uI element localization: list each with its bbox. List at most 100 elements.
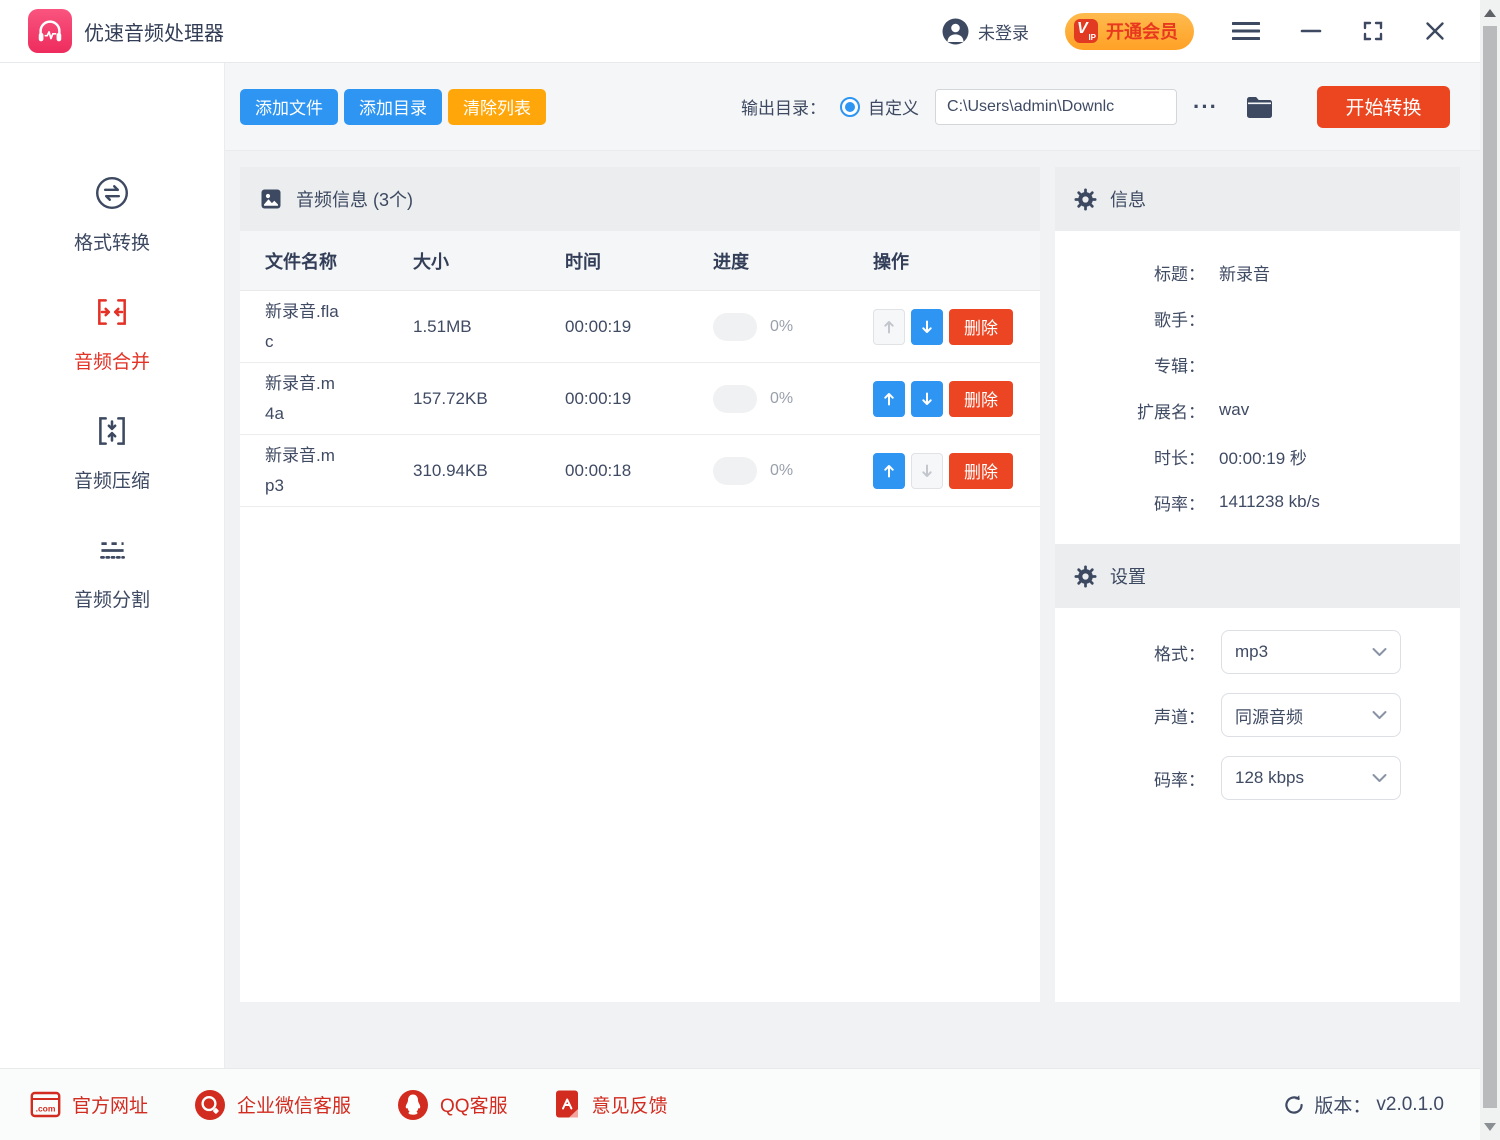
- website-com-icon: .com: [30, 1090, 61, 1119]
- custom-radio[interactable]: [840, 97, 860, 117]
- setting-channel: 声道： 同源音频: [1055, 693, 1460, 737]
- minimize-button[interactable]: [1300, 20, 1322, 42]
- progress-bar: [713, 457, 757, 485]
- wechat-work-support-link[interactable]: 企业微信客服: [194, 1089, 351, 1121]
- audio-list-title: 音频信息 (3个): [296, 186, 413, 212]
- qq-support-link[interactable]: QQ客服: [397, 1089, 508, 1121]
- app-window: 优速音频处理器 未登录: [0, 0, 1500, 1140]
- chevron-down-icon: [1372, 710, 1387, 720]
- svg-text:.com: .com: [36, 1104, 56, 1114]
- file-name: 新录音.mp3: [265, 441, 343, 501]
- menu-button[interactable]: [1232, 21, 1260, 41]
- progress-cell: 0%: [713, 385, 873, 413]
- format-label: 格式：: [1055, 640, 1205, 665]
- arrow-up-icon: [881, 391, 897, 407]
- info-field-artist: 歌手：: [1055, 295, 1460, 341]
- close-icon: [1424, 20, 1446, 42]
- move-down-button[interactable]: [911, 309, 943, 345]
- move-down-button: [911, 453, 943, 489]
- official-website-link[interactable]: .com 官方网址: [30, 1090, 148, 1119]
- file-name: 新录音.flac: [265, 297, 343, 357]
- login-status: 未登录: [978, 19, 1029, 44]
- add-directory-button[interactable]: 添加目录: [344, 89, 442, 125]
- settings-fields: 格式： mp3 声道：: [1055, 608, 1460, 1002]
- file-name: 新录音.m4a: [265, 369, 343, 429]
- delete-button[interactable]: 删除: [949, 381, 1013, 417]
- info-section-header: 信息: [1055, 167, 1460, 231]
- bitrate-select[interactable]: 128 kbps: [1221, 756, 1401, 800]
- arrow-down-icon: [919, 319, 935, 335]
- sidebar-item-audio-compress[interactable]: 音频压缩: [74, 412, 150, 493]
- table-header-row: 文件名称 大小 时间 进度 操作: [240, 231, 1040, 291]
- sidebar: 格式转换 音频合并: [0, 63, 225, 1068]
- folder-icon: [1246, 95, 1273, 118]
- open-folder-button[interactable]: [1240, 94, 1279, 119]
- settings-section-title: 设置: [1110, 563, 1146, 589]
- file-size: 310.94KB: [413, 461, 565, 481]
- footer-link-label: 官方网址: [72, 1091, 148, 1118]
- version-value: v2.0.1.0: [1376, 1094, 1444, 1116]
- sidebar-item-audio-merge[interactable]: 音频合并: [74, 293, 150, 374]
- version-label: 版本：: [1314, 1091, 1371, 1118]
- progress-bar: [713, 313, 757, 341]
- progress-cell: 0%: [713, 313, 873, 341]
- move-up-button[interactable]: [873, 381, 905, 417]
- output-directory-label: 输出目录：: [741, 94, 826, 119]
- maximize-icon: [1362, 20, 1384, 42]
- clear-list-button[interactable]: 清除列表: [448, 89, 546, 125]
- progress-percent: 0%: [770, 318, 793, 336]
- audio-split-icon: [93, 531, 131, 574]
- content-area: 添加文件 添加目录 清除列表 输出目录： 自定义 ···: [225, 63, 1480, 1068]
- main-panels: 音频信息 (3个) 文件名称 大小 时间 进度 操作 新录音.flac: [225, 151, 1480, 1068]
- chevron-down-icon: [1372, 773, 1387, 783]
- footer-link-label: 意见反馈: [592, 1091, 668, 1118]
- info-field-bitrate: 码率： 1411238 kb/s: [1055, 479, 1460, 525]
- move-up-button[interactable]: [873, 453, 905, 489]
- column-header-actions: 操作: [873, 248, 1040, 274]
- scroll-up-arrow-icon[interactable]: [1484, 9, 1496, 17]
- audio-merge-icon: [93, 293, 131, 336]
- progress-cell: 0%: [713, 457, 873, 485]
- table-row: 新录音.mp3 310.94KB 00:00:18 0%: [240, 435, 1040, 507]
- delete-button[interactable]: 删除: [949, 309, 1013, 345]
- info-fields: 标题： 新录音 歌手： 专辑：: [1055, 231, 1460, 544]
- scrollbar-thumb[interactable]: [1483, 26, 1497, 1108]
- table-row: 新录音.m4a 157.72KB 00:00:19 0%: [240, 363, 1040, 435]
- format-select[interactable]: mp3: [1221, 630, 1401, 674]
- feedback-link[interactable]: 意见反馈: [554, 1089, 668, 1120]
- sidebar-item-audio-split[interactable]: 音频分割: [74, 531, 150, 612]
- custom-radio-label[interactable]: 自定义: [868, 94, 919, 119]
- maximize-button[interactable]: [1362, 20, 1384, 42]
- scroll-down-arrow-icon[interactable]: [1484, 1123, 1496, 1131]
- progress-bar: [713, 385, 757, 413]
- column-header-size: 大小: [413, 248, 565, 274]
- file-size: 1.51MB: [413, 317, 565, 337]
- settings-section-header: 设置: [1055, 544, 1460, 608]
- arrow-up-icon: [881, 319, 897, 335]
- delete-button[interactable]: 删除: [949, 453, 1013, 489]
- footer-link-label: 企业微信客服: [237, 1091, 351, 1118]
- gear-icon: [1074, 188, 1097, 211]
- vip-button[interactable]: V IP 开通会员: [1065, 13, 1194, 50]
- wechat-work-icon: [194, 1089, 226, 1121]
- move-down-button[interactable]: [911, 381, 943, 417]
- channel-select[interactable]: 同源音频: [1221, 693, 1401, 737]
- sidebar-item-label: 音频分割: [74, 585, 150, 612]
- feedback-icon: [554, 1089, 581, 1120]
- info-field-extension: 扩展名： wav: [1055, 387, 1460, 433]
- close-button[interactable]: [1424, 20, 1446, 42]
- start-convert-button[interactable]: 开始转换: [1317, 86, 1450, 128]
- progress-percent: 0%: [770, 462, 793, 480]
- browse-more-button[interactable]: ···: [1187, 95, 1224, 119]
- output-path-input[interactable]: [935, 89, 1177, 125]
- add-file-button[interactable]: 添加文件: [240, 89, 338, 125]
- refresh-icon[interactable]: [1283, 1094, 1305, 1116]
- bitrate-label: 码率：: [1055, 766, 1205, 791]
- login-button[interactable]: 未登录: [942, 18, 1029, 45]
- toolbar: 添加文件 添加目录 清除列表 输出目录： 自定义 ···: [225, 63, 1480, 151]
- sidebar-item-format-convert[interactable]: 格式转换: [74, 174, 150, 255]
- titlebar-controls: 未登录 V IP 开通会员: [942, 13, 1446, 50]
- sidebar-item-label: 格式转换: [74, 228, 150, 255]
- sidebar-item-label: 音频压缩: [74, 466, 150, 493]
- vertical-scrollbar[interactable]: [1480, 0, 1500, 1140]
